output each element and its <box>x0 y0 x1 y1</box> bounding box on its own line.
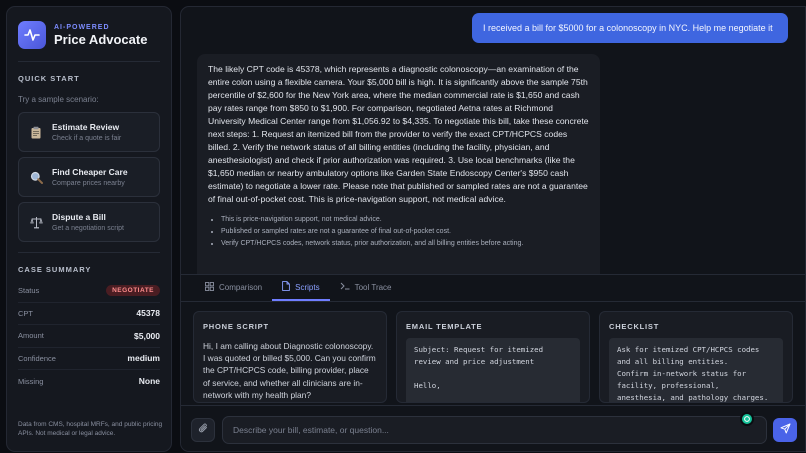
result-tabs: Comparison Scripts Tool Trace <box>181 274 805 302</box>
assistant-message: The likely CPT code is 45378, which repr… <box>197 54 600 284</box>
chat-panel: I received a bill for $5000 for a colono… <box>180 6 806 452</box>
tab-tool-trace[interactable]: Tool Trace <box>330 275 402 301</box>
magnifier-icon <box>29 170 43 184</box>
send-button[interactable] <box>773 418 797 442</box>
summary-value: None <box>138 376 160 387</box>
card-title: CHECKLIST <box>609 322 660 331</box>
scenario-desc: Compare prices nearby <box>52 180 125 187</box>
summary-label: Status <box>18 286 40 296</box>
scenario-title: Dispute a Bill <box>52 212 106 222</box>
summary-value: medium <box>127 353 160 364</box>
brand-kicker: AI-POWERED <box>54 23 110 31</box>
phone-script-card: PHONE SCRIPT Hi, I am calling about Diag… <box>193 311 387 403</box>
summary-row-status: Status NEGOTIATE <box>18 280 160 303</box>
tab-scripts[interactable]: Scripts <box>272 275 330 301</box>
paperclip-icon <box>198 421 209 439</box>
scales-icon <box>29 215 43 229</box>
disclaimer-list: This is price-navigation support, not me… <box>208 214 589 249</box>
summary-label: Confidence <box>18 353 56 363</box>
quick-start-subtitle: Try a sample scenario: <box>18 95 99 104</box>
list-item: This is price-navigation support, not me… <box>221 214 589 226</box>
phone-script-text: Hi, I am calling about Diagnostic colono… <box>203 341 376 400</box>
sidebar: AI-POWERED Price Advocate QUICK START Tr… <box>6 6 172 452</box>
terminal-icon <box>340 282 350 292</box>
list-item: Published or sampled rates are not a gua… <box>221 226 589 238</box>
scenario-title: Find Cheaper Care <box>52 167 128 177</box>
attach-button[interactable] <box>191 418 215 442</box>
summary-row-confidence: Confidence medium <box>18 348 160 370</box>
pulse-icon <box>18 21 46 49</box>
summary-value: 45378 <box>136 308 160 319</box>
message-input[interactable] <box>223 417 766 443</box>
case-summary-title: CASE SUMMARY <box>18 265 92 274</box>
composer <box>181 405 805 451</box>
script-cards: PHONE SCRIPT Hi, I am calling about Diag… <box>193 311 793 403</box>
summary-label: Amount <box>18 331 44 341</box>
grid-icon <box>205 281 214 293</box>
summary-value: $5,000 <box>134 330 160 341</box>
data-source-footnote: Data from CMS, hospital MRFs, and public… <box>18 420 163 438</box>
send-icon <box>780 421 791 439</box>
scenario-dispute-bill[interactable]: Dispute a Bill Get a negotiation script <box>18 202 160 242</box>
summary-label: Missing <box>18 376 44 386</box>
message-input-wrapper <box>222 412 767 444</box>
checklist-card: CHECKLIST Ask for itemized CPT/HCPCS cod… <box>599 311 793 403</box>
brand-title: Price Advocate <box>54 31 148 47</box>
grammar-assistant-icon[interactable] <box>740 412 754 426</box>
summary-label: CPT <box>18 308 33 318</box>
divider <box>18 61 160 62</box>
scenario-desc: Check if a quote is fair <box>52 135 122 142</box>
scenario-estimate-review[interactable]: Estimate Review Check if a quote is fair <box>18 112 160 152</box>
card-title: EMAIL TEMPLATE <box>406 322 483 331</box>
assistant-message-text: The likely CPT code is 45378, which repr… <box>208 64 589 204</box>
list-item: Verify CPT/HCPCS codes, network status, … <box>221 238 589 250</box>
tab-label: Tool Trace <box>354 282 392 292</box>
tab-label: Comparison <box>219 282 263 292</box>
scenario-title: Estimate Review <box>52 122 120 132</box>
status-badge: NEGOTIATE <box>106 285 160 297</box>
summary-row-amount: Amount $5,000 <box>18 325 160 348</box>
document-icon <box>282 281 290 293</box>
checklist-text[interactable]: Ask for itemized CPT/HCPCS codes and all… <box>609 338 783 402</box>
quick-start-title: QUICK START <box>18 74 80 83</box>
email-template-card: EMAIL TEMPLATE Subject: Request for item… <box>396 311 590 403</box>
card-title: PHONE SCRIPT <box>203 322 269 331</box>
user-message: I received a bill for $5000 for a colono… <box>472 13 788 43</box>
email-template-text[interactable]: Subject: Request for itemized review and… <box>406 338 580 402</box>
tab-comparison[interactable]: Comparison <box>195 275 272 301</box>
scenario-desc: Get a negotiation script <box>52 225 124 232</box>
summary-row-cpt: CPT 45378 <box>18 303 160 325</box>
summary-row-missing: Missing None <box>18 370 160 393</box>
tab-label: Scripts <box>295 282 320 292</box>
scenario-find-cheaper-care[interactable]: Find Cheaper Care Compare prices nearby <box>18 157 160 197</box>
brand: AI-POWERED Price Advocate <box>18 21 160 49</box>
divider <box>18 252 160 253</box>
clipboard-icon <box>29 125 43 139</box>
